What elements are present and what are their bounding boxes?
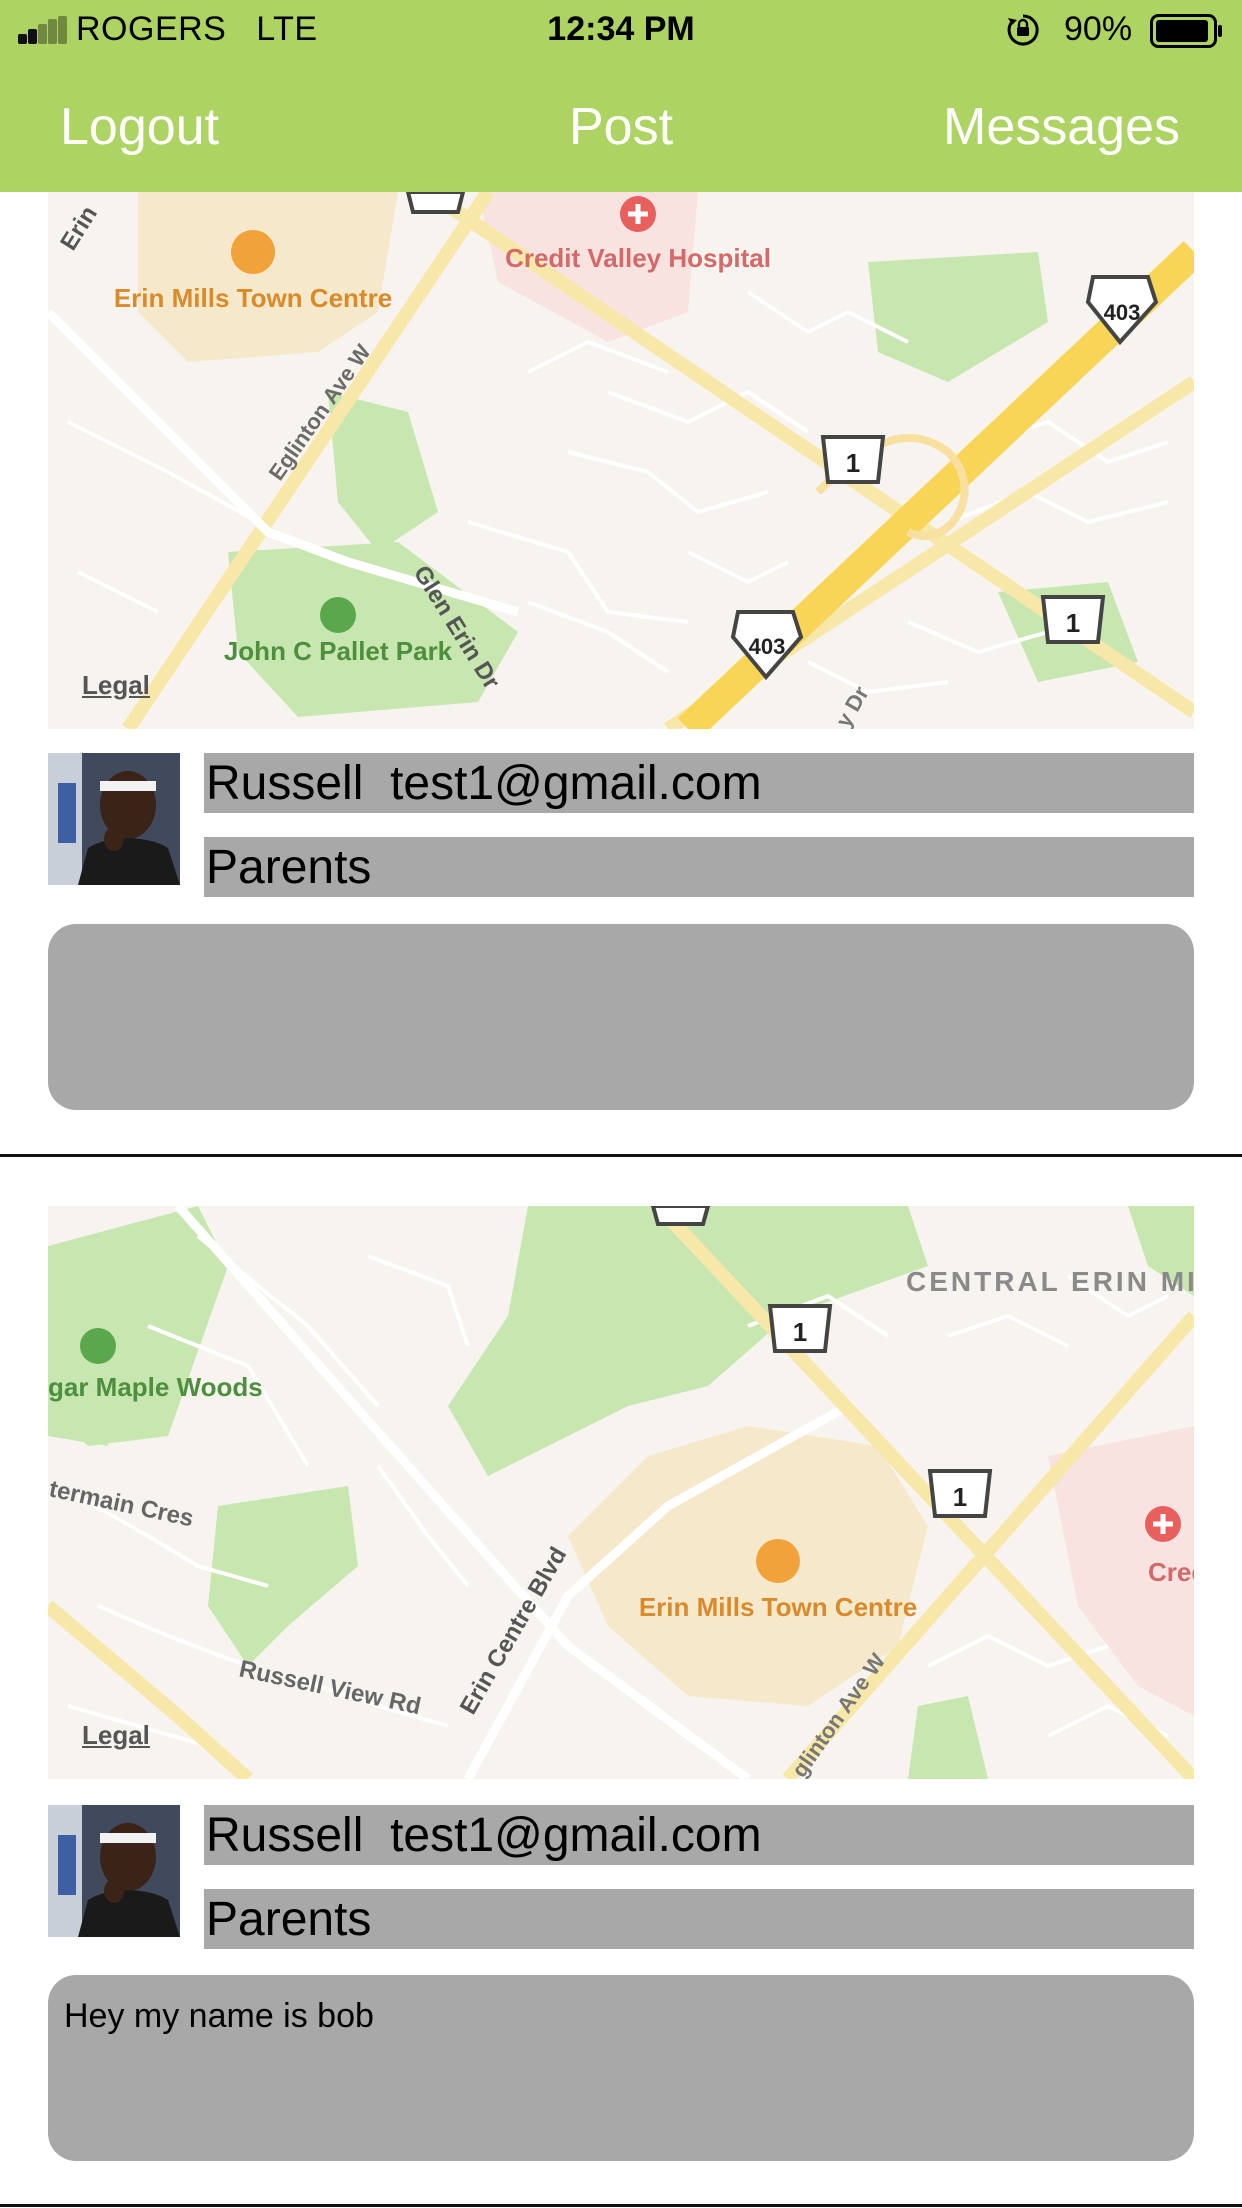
location-map[interactable]: Erin Mills Town Centre Credit Valley Hos…	[48, 192, 1194, 729]
shield-label: 1	[846, 448, 860, 478]
avatar	[48, 753, 180, 885]
shield-label: 1	[1066, 608, 1080, 638]
status-time: 12:34 PM	[547, 10, 695, 48]
map-label-district: CENTRAL ERIN MILLS	[906, 1266, 1194, 1297]
author-group: Parents	[204, 837, 1194, 897]
map-label-mall: Erin Mills Town Centre	[114, 283, 392, 313]
author-name-email: Russell test1@gmail.com	[204, 1805, 1194, 1865]
post-card: CENTRAL ERIN MILLS Erin Mills Town Centr…	[0, 1158, 1242, 2207]
map-legal-link[interactable]: Legal	[82, 1720, 150, 1751]
avatar	[48, 1805, 180, 1937]
battery-icon	[1150, 14, 1222, 48]
author-email: test1@gmail.com	[390, 757, 762, 810]
shield-label: 1	[953, 1482, 967, 1512]
orientation-lock-icon	[1007, 14, 1039, 46]
messages-button[interactable]: Messages	[943, 92, 1180, 162]
shield-label: 403	[749, 634, 786, 659]
post-card: Erin Mills Town Centre Credit Valley Hos…	[0, 192, 1242, 1157]
map-legal-link[interactable]: Legal	[82, 670, 150, 701]
map-label-park: John C Pallet Park	[224, 636, 453, 666]
author-name: Russell	[206, 757, 364, 810]
author-name-email: Russell test1@gmail.com	[204, 753, 1194, 813]
map-tiles: Erin Mills Town Centre Credit Valley Hos…	[48, 192, 1194, 729]
shield-label: 403	[1104, 300, 1141, 325]
shield-label: 1	[793, 1317, 807, 1347]
post-divider	[0, 2204, 1242, 2207]
author-name: Russell	[206, 1809, 364, 1862]
app-header: ROGERS LTE 12:34 PM 90% Logout Post Mess…	[0, 0, 1242, 192]
battery-percent: 90%	[1064, 10, 1133, 48]
post-divider	[0, 1154, 1242, 1157]
post-message	[48, 924, 1194, 1110]
location-map[interactable]: CENTRAL ERIN MILLS Erin Mills Town Centr…	[48, 1206, 1194, 1779]
map-label-mall: Erin Mills Town Centre	[639, 1592, 917, 1622]
post-message: Hey my name is bob	[48, 1975, 1194, 2161]
map-label-park: gar Maple Woods	[48, 1372, 263, 1402]
map-label-hospital: Credit Valley Hospital	[505, 243, 771, 273]
status-bar: ROGERS LTE 12:34 PM 90%	[0, 0, 1242, 62]
map-tiles: CENTRAL ERIN MILLS Erin Mills Town Centr…	[48, 1206, 1194, 1779]
map-label-hospital: Credi Valley Hospit	[1148, 1557, 1194, 1587]
author-email: test1@gmail.com	[390, 1809, 762, 1862]
author-group: Parents	[204, 1889, 1194, 1949]
